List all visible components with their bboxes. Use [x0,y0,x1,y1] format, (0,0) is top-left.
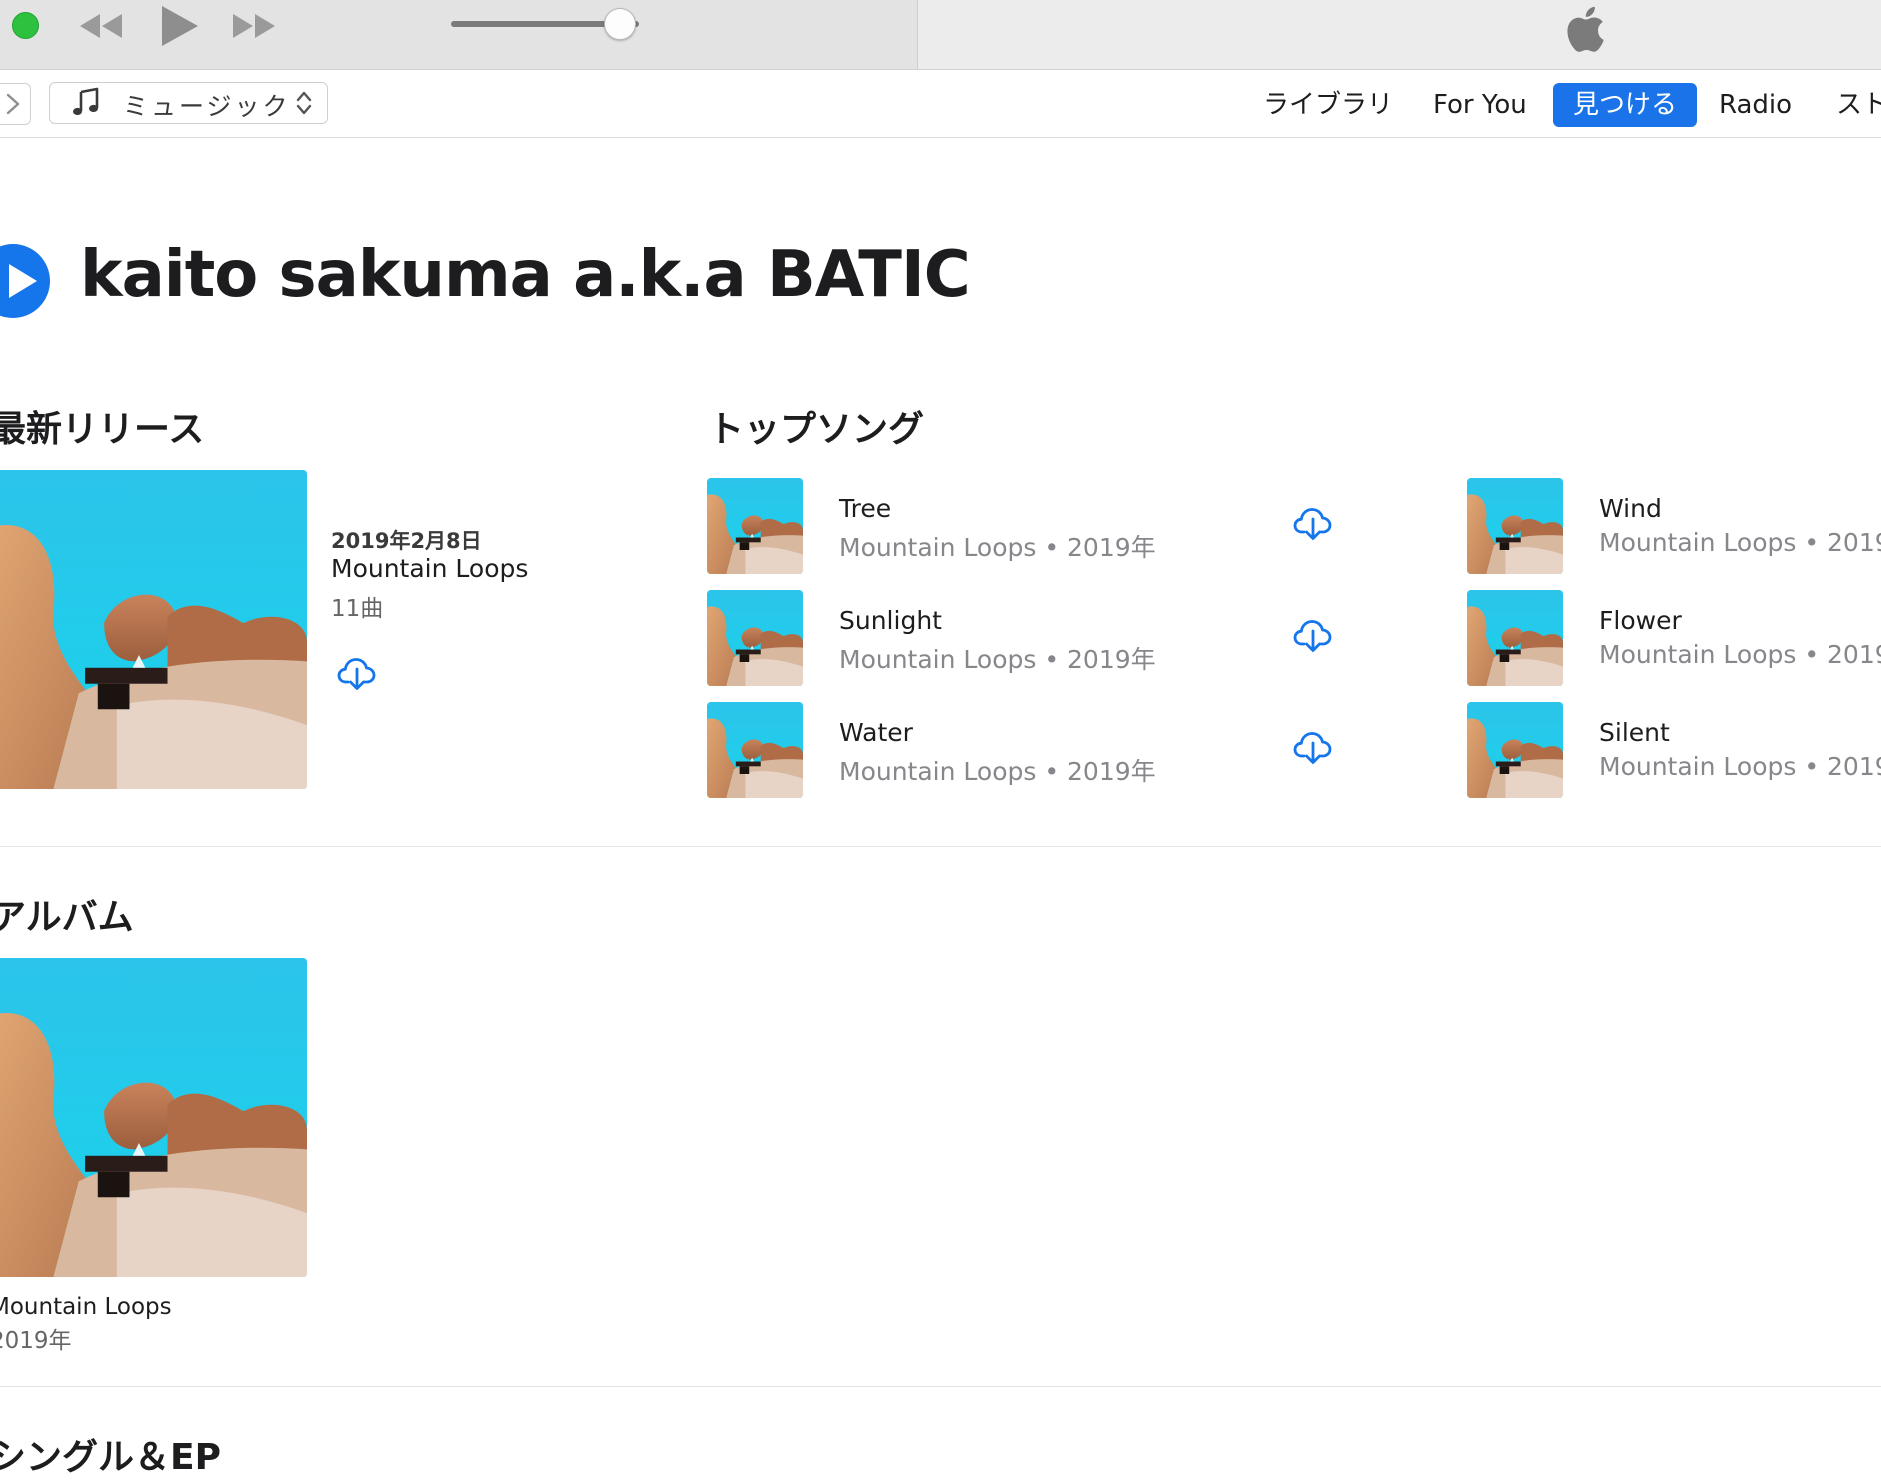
song-title[interactable]: Flower [1599,606,1682,635]
volume-slider-knob[interactable] [604,8,637,40]
song-subtitle: Mountain Loops • 2019 [1599,752,1881,781]
latest-release-track-count: 11曲 [331,596,384,622]
song-artwork[interactable] [707,702,803,798]
tab-browse[interactable]: 見つける [1553,83,1698,127]
song-artwork[interactable] [707,478,803,574]
cloud-download-icon[interactable] [1292,502,1334,544]
latest-release-heading: 最新リリース [0,409,205,450]
player-controls-area [0,0,918,69]
tab-radio[interactable]: Radio [1699,83,1812,127]
song-title[interactable]: Wind [1599,494,1662,523]
singles-ep-heading: シングル＆EP [0,1437,221,1478]
song-title[interactable]: Silent [1599,718,1670,747]
song-artwork[interactable] [1467,590,1563,686]
song-subtitle: Mountain Loops • 2019 [1599,528,1881,557]
section-divider [0,846,1881,847]
song-subtitle: Mountain Loops • 2019年 [839,645,1156,674]
tab-store[interactable]: スト [1816,83,1881,127]
cloud-download-icon[interactable] [336,652,378,694]
window-zoom-button[interactable] [12,12,39,39]
song-subtitle: Mountain Loops • 2019年 [839,533,1156,562]
latest-release-title[interactable]: Mountain Loops [331,554,528,583]
forward-icon[interactable] [228,2,280,50]
chevron-updown-icon [296,91,312,115]
albums-heading: アルバム [0,897,134,938]
play-icon [9,264,37,298]
cloud-download-icon[interactable] [1292,614,1334,656]
media-type-label: ミュージック [123,92,291,121]
artist-name: kaito sakuma a.k.a BATIC [80,238,971,312]
song-title[interactable]: Tree [839,494,891,523]
tab-library[interactable]: ライブラリ [1243,83,1413,127]
tab-for-you[interactable]: For You [1413,83,1547,127]
backward-icon[interactable] [75,2,127,50]
album-cover[interactable] [0,958,307,1277]
song-title[interactable]: Water [839,718,913,747]
latest-release-cover[interactable] [0,470,307,789]
play-icon[interactable] [156,2,204,50]
play-artist-button[interactable] [0,244,50,318]
album-year: 2019年 [0,1328,72,1354]
navigate-forward-button[interactable] [0,83,31,125]
song-artwork[interactable] [1467,478,1563,574]
section-divider [0,1386,1881,1387]
music-note-icon [73,87,99,116]
song-subtitle: Mountain Loops • 2019 [1599,640,1881,669]
top-songs-heading: トップソング [708,409,925,450]
song-subtitle: Mountain Loops • 2019年 [839,757,1156,786]
song-artwork[interactable] [707,590,803,686]
album-title[interactable]: Mountain Loops [0,1294,172,1320]
song-artwork[interactable] [1467,702,1563,798]
cloud-download-icon[interactable] [1292,726,1334,768]
apple-logo-icon [1567,6,1604,52]
song-title[interactable]: Sunlight [839,606,942,635]
chevron-right-icon [6,93,20,115]
latest-release-date: 2019年2月8日 [331,529,482,553]
